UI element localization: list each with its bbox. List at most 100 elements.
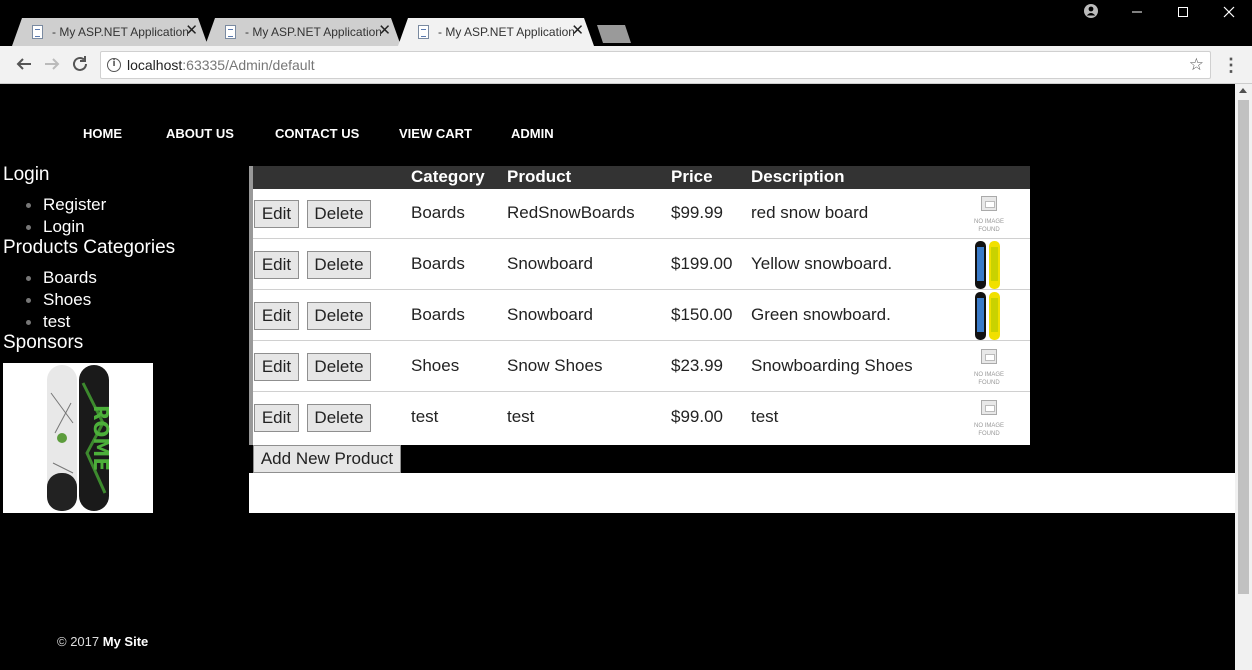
footer-site-name: My Site: [102, 634, 149, 649]
grid-header: Category Product Price Description: [253, 166, 1030, 190]
browser-tab-3-active[interactable]: - My ASP.NET Application ✕: [398, 18, 594, 46]
sponsor-image[interactable]: ROME: [3, 363, 153, 513]
cell-price: $99.00: [671, 407, 723, 426]
nav-about-us[interactable]: ABOUT US: [166, 126, 234, 141]
cell-price: $150.00: [671, 305, 733, 324]
edit-button[interactable]: Edit: [254, 353, 299, 381]
cell-product: test: [507, 407, 535, 426]
table-row: Edit Delete Shoes Snow Shoes $23.99 Snow…: [253, 342, 1030, 392]
login-heading: Login: [3, 164, 50, 185]
page-icon: [32, 25, 43, 39]
cell-description: test: [751, 407, 779, 426]
scroll-up-arrow-icon[interactable]: [1239, 88, 1247, 93]
table-row: Edit Delete test test $99.00 test NO IMA…: [253, 393, 1030, 443]
header-product[interactable]: Product: [507, 167, 571, 187]
bookmark-star-icon[interactable]: ☆: [1189, 55, 1204, 75]
browser-titlebar: - My ASP.NET Application ✕ - My ASP.NET …: [0, 0, 1252, 46]
category-test[interactable]: test: [3, 311, 97, 333]
table-row: Edit Delete Boards Snowboard $199.00 Yel…: [253, 240, 1030, 290]
category-boards[interactable]: Boards: [3, 267, 97, 289]
edit-button[interactable]: Edit: [254, 200, 299, 228]
image-placeholder-icon: [981, 400, 997, 415]
reload-icon[interactable]: [70, 55, 90, 75]
address-bar[interactable]: i localhost:63335/Admin/default ☆: [100, 51, 1211, 79]
add-new-product-button[interactable]: Add New Product: [253, 445, 401, 473]
profile-icon[interactable]: [1073, 4, 1109, 24]
cell-product: Snowboard: [507, 254, 594, 273]
cell-description: Yellow snowboard.: [751, 254, 893, 273]
url-host: localhost: [127, 57, 183, 73]
page-icon: [225, 25, 236, 39]
header-description[interactable]: Description: [751, 167, 845, 187]
close-icon[interactable]: ✕: [185, 23, 198, 39]
cell-description: Green snowboard.: [751, 305, 891, 324]
cell-description: Snowboarding Shoes: [751, 356, 913, 375]
snowboard-thumbnail: [975, 292, 1000, 340]
copyright-text: © 2017: [57, 634, 100, 649]
cell-price: $99.99: [671, 203, 723, 222]
admin-content: Category Product Price Description Edit …: [249, 166, 1235, 513]
no-image-placeholder: NO IMAGE FOUND: [973, 400, 1005, 438]
page-viewport: HOME ABOUT US CONTACT US VIEW CART ADMIN…: [3, 84, 1235, 670]
tab-title: - My ASP.NET Application: [245, 25, 381, 39]
forward-icon[interactable]: [42, 55, 62, 75]
table-row: Edit Delete Boards RedSnowBoards $99.99 …: [253, 189, 1030, 239]
register-link[interactable]: Register: [3, 194, 106, 216]
header-category[interactable]: Category: [411, 167, 485, 187]
header-price[interactable]: Price: [671, 167, 713, 187]
nav-home[interactable]: HOME: [83, 126, 122, 141]
browser-menu-icon[interactable]: ⋮: [1222, 55, 1240, 75]
table-row: Edit Delete Boards Snowboard $150.00 Gre…: [253, 291, 1030, 341]
cell-category: test: [411, 407, 439, 426]
delete-button[interactable]: Delete: [307, 353, 371, 381]
cell-price: $23.99: [671, 356, 723, 375]
no-image-placeholder: NO IMAGE FOUND: [973, 349, 1005, 387]
cell-product: Snow Shoes: [507, 356, 603, 375]
cell-category: Boards: [411, 203, 465, 222]
scroll-thumb[interactable]: [1238, 100, 1249, 594]
delete-button[interactable]: Delete: [307, 302, 371, 330]
browser-tab-2[interactable]: - My ASP.NET Application ✕: [205, 18, 401, 46]
info-icon[interactable]: i: [107, 58, 121, 72]
vertical-scrollbar[interactable]: [1235, 84, 1252, 670]
edit-button[interactable]: Edit: [254, 404, 299, 432]
products-grid: Category Product Price Description Edit …: [249, 166, 1030, 445]
new-tab-button[interactable]: [597, 25, 631, 43]
category-list: Boards Shoes test: [3, 267, 97, 333]
page-icon: [418, 25, 429, 39]
category-shoes[interactable]: Shoes: [3, 289, 97, 311]
tab-title: - My ASP.NET Application: [438, 25, 574, 39]
edit-button[interactable]: Edit: [254, 251, 299, 279]
browser-toolbar: i localhost:63335/Admin/default ☆ ⋮: [0, 46, 1252, 84]
close-window-icon[interactable]: [1211, 4, 1247, 24]
no-image-text: NO IMAGE FOUND: [973, 423, 1004, 437]
browser-tab-1[interactable]: - My ASP.NET Application ✕: [12, 18, 208, 46]
cell-description: red snow board: [751, 203, 869, 222]
nav-view-cart[interactable]: VIEW CART: [399, 126, 472, 141]
snowboard-thumbnail: [975, 241, 1000, 289]
cell-product: RedSnowBoards: [507, 203, 635, 222]
minimize-icon[interactable]: [1119, 4, 1155, 24]
maximize-icon[interactable]: [1165, 4, 1201, 24]
url-path: :63335/Admin/default: [182, 57, 315, 73]
close-icon[interactable]: ✕: [378, 23, 391, 39]
categories-heading: Products Categories: [3, 237, 176, 258]
sponsors-heading: Sponsors: [3, 332, 84, 353]
delete-button[interactable]: Delete: [307, 404, 371, 432]
delete-button[interactable]: Delete: [307, 200, 371, 228]
nav-admin[interactable]: ADMIN: [511, 126, 554, 141]
back-icon[interactable]: [14, 55, 34, 75]
cell-category: Boards: [411, 254, 465, 273]
tab-title: - My ASP.NET Application: [52, 25, 188, 39]
cell-price: $199.00: [671, 254, 733, 273]
url-text: localhost:63335/Admin/default: [127, 57, 315, 73]
login-link[interactable]: Login: [3, 216, 106, 238]
image-placeholder-icon: [981, 196, 997, 211]
nav-contact-us[interactable]: CONTACT US: [275, 126, 359, 141]
sponsor-brand-logo: ROME: [89, 405, 113, 471]
close-icon[interactable]: ✕: [571, 23, 584, 39]
edit-button[interactable]: Edit: [254, 302, 299, 330]
image-placeholder-icon: [981, 349, 997, 364]
no-image-text: NO IMAGE FOUND: [973, 219, 1004, 233]
delete-button[interactable]: Delete: [307, 251, 371, 279]
